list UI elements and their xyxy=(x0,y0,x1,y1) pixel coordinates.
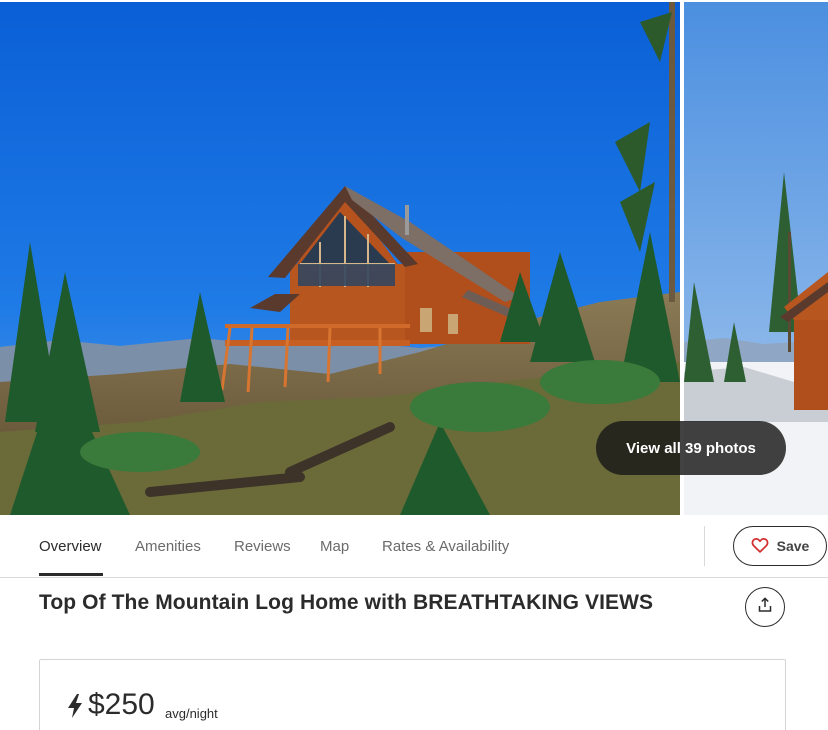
listing-title: Top Of The Mountain Log Home with BREATH… xyxy=(39,591,654,614)
tab-reviews-label: Reviews xyxy=(234,537,291,555)
tab-amenities-label: Amenities xyxy=(135,537,201,555)
tab-map-label: Map xyxy=(320,537,350,555)
log-cabin-photo xyxy=(0,2,680,515)
tab-overview-label: Overview xyxy=(39,537,102,555)
active-tab-indicator xyxy=(39,573,103,576)
tab-overview[interactable]: Overview xyxy=(39,515,102,577)
view-all-photos-label: View all 39 photos xyxy=(626,439,756,457)
photo-gallery[interactable]: View all 39 photos xyxy=(0,0,828,515)
main-photo[interactable] xyxy=(0,2,680,515)
tab-map[interactable]: Map xyxy=(320,515,349,577)
share-button[interactable] xyxy=(745,587,785,627)
tab-divider xyxy=(704,526,705,566)
tab-reviews[interactable]: Reviews xyxy=(234,515,291,577)
price-unit: avg/night xyxy=(165,706,218,721)
nightly-price: $250 xyxy=(88,688,155,721)
heart-icon xyxy=(751,537,769,556)
save-button[interactable]: Save xyxy=(733,526,827,566)
share-icon xyxy=(757,597,773,618)
tab-amenities[interactable]: Amenities xyxy=(135,515,201,577)
lightning-bolt-icon xyxy=(67,694,83,723)
save-label: Save xyxy=(776,538,810,554)
view-all-photos-button[interactable]: View all 39 photos xyxy=(596,421,786,475)
tab-rates-availability[interactable]: Rates & Availability xyxy=(382,515,509,577)
tab-rates-label: Rates & Availability xyxy=(382,537,510,555)
